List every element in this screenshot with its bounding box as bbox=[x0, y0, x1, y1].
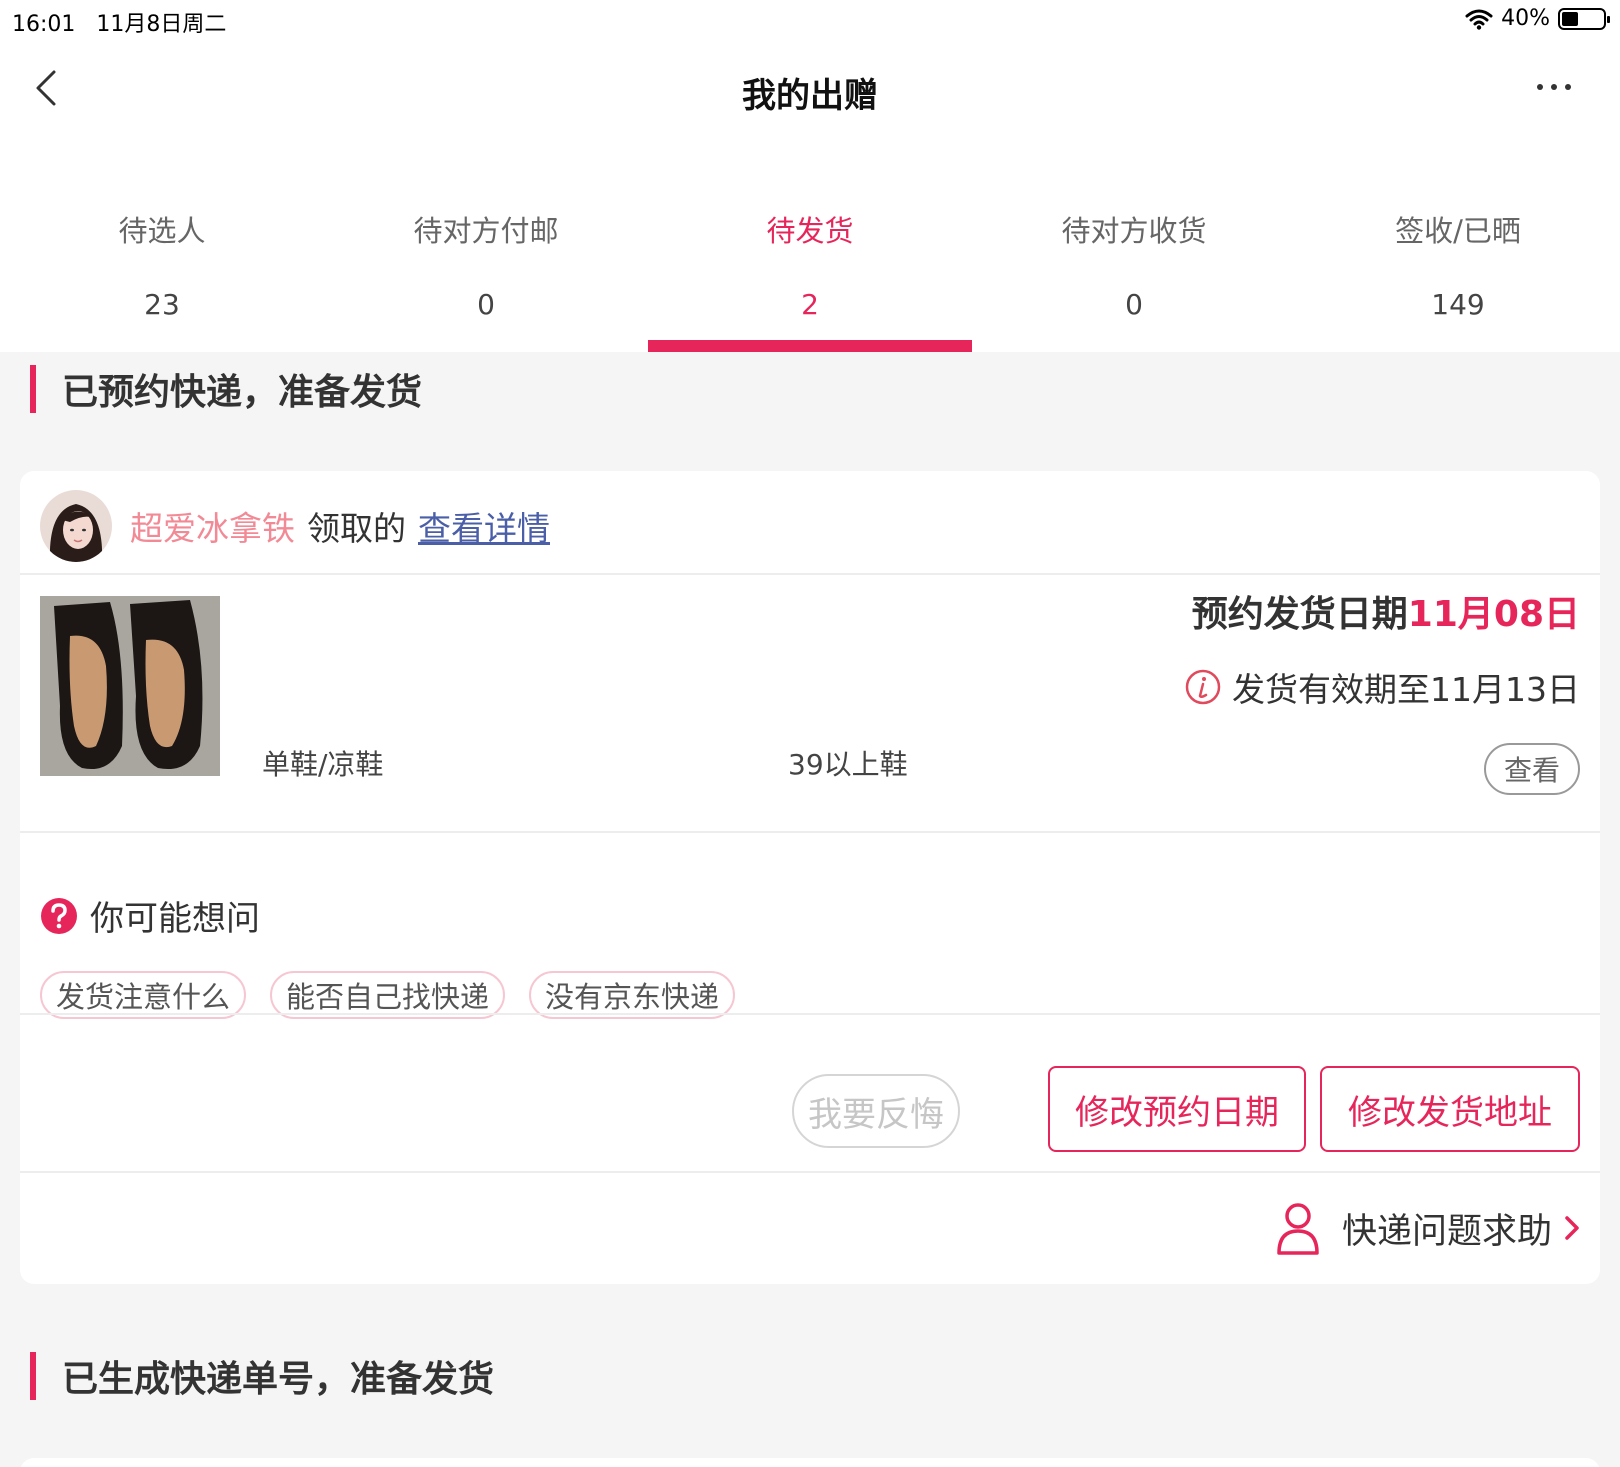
validity-text: 发货有效期至11月13日 bbox=[1232, 670, 1580, 709]
ship-date-label: 预约发货日期 bbox=[1191, 594, 1408, 635]
tab-label: 签收/已晒 bbox=[1395, 214, 1521, 248]
status-tabs: 待选人 23 待对方付邮 0 待发货 2 待对方收货 0 签收/已晒 149 bbox=[0, 182, 1620, 352]
tab-label: 待对方付邮 bbox=[413, 214, 559, 248]
divider bbox=[20, 1013, 1600, 1015]
battery-percent: 40% bbox=[1501, 6, 1550, 31]
product-image[interactable] bbox=[40, 596, 220, 776]
section-title: 已预约快递，准备发货 bbox=[62, 372, 423, 413]
claim-row: 超爱冰拿铁 领取的 查看详情 bbox=[40, 489, 550, 563]
product-size: 39以上鞋 bbox=[788, 748, 908, 781]
claim-text: 领取的 bbox=[307, 509, 406, 548]
section-accent-bar bbox=[30, 365, 36, 413]
status-time: 16:01 11月8日周二 bbox=[12, 12, 227, 37]
section-title: 已生成快递单号，准备发货 bbox=[62, 1359, 495, 1400]
question-icon bbox=[41, 897, 77, 934]
modify-date-button[interactable]: 修改预约日期 bbox=[1048, 1066, 1306, 1152]
order-card-partial bbox=[20, 1458, 1600, 1467]
divider bbox=[20, 831, 1600, 833]
more-dots-icon[interactable] bbox=[1534, 72, 1574, 102]
ship-date: 预约发货日期11月08日 bbox=[1192, 585, 1580, 637]
section-header-tracking: 已生成快递单号，准备发货 bbox=[30, 1351, 494, 1401]
tab-count: 149 bbox=[1431, 288, 1485, 321]
tab-pending-ship[interactable]: 待发货 2 bbox=[648, 182, 972, 352]
battery-icon bbox=[1558, 7, 1610, 30]
tab-pending-receipt[interactable]: 待对方收货 0 bbox=[972, 182, 1296, 352]
status-right: 40% bbox=[1465, 6, 1610, 31]
regret-button[interactable]: 我要反悔 bbox=[792, 1074, 960, 1148]
section-accent-bar bbox=[30, 1352, 36, 1400]
claimer-name[interactable]: 超爱冰拿铁 bbox=[130, 502, 295, 550]
tab-pending-postage[interactable]: 待对方付邮 0 bbox=[324, 182, 648, 352]
tab-count: 0 bbox=[477, 288, 495, 321]
status-bar: 16:01 11月8日周二 40% bbox=[0, 0, 1620, 42]
tab-label: 待对方收货 bbox=[1061, 214, 1207, 248]
view-button[interactable]: 查看 bbox=[1484, 743, 1580, 795]
nav-bar: 我的出赠 bbox=[0, 42, 1620, 182]
help-text: 快递问题求助 bbox=[1341, 1211, 1552, 1252]
faq-chip[interactable]: 发货注意什么 bbox=[40, 971, 247, 1019]
ship-date-value: 11月08日 bbox=[1407, 594, 1580, 635]
tab-label: 待选人 bbox=[118, 214, 206, 248]
faq-chip[interactable]: 没有京东快递 bbox=[529, 971, 736, 1019]
tab-count: 0 bbox=[1125, 288, 1143, 321]
ship-validity: 发货有效期至11月13日 bbox=[1184, 663, 1580, 711]
wifi-icon bbox=[1465, 9, 1493, 30]
tab-count: 2 bbox=[801, 288, 819, 321]
product-category: 单鞋/凉鞋 bbox=[262, 748, 384, 781]
faq-title: 你可能想问 bbox=[90, 899, 260, 939]
divider bbox=[20, 573, 1600, 575]
chevron-right-icon bbox=[1565, 1216, 1579, 1240]
tab-count: 23 bbox=[144, 288, 180, 321]
tab-received[interactable]: 签收/已晒 149 bbox=[1296, 182, 1620, 352]
tab-label: 待发货 bbox=[766, 214, 854, 248]
section-header-booked: 已预约快递，准备发货 bbox=[30, 364, 422, 414]
avatar[interactable] bbox=[40, 490, 112, 562]
page-title: 我的出赠 bbox=[742, 76, 878, 116]
faq-chips: 发货注意什么 能否自己找快递 没有京东快递 bbox=[40, 971, 736, 1019]
divider bbox=[20, 1171, 1600, 1173]
faq-header: 你可能想问 bbox=[40, 891, 260, 940]
faq-chip[interactable]: 能否自己找快递 bbox=[270, 971, 506, 1019]
tab-pending-select[interactable]: 待选人 23 bbox=[0, 182, 324, 352]
person-icon bbox=[1277, 1203, 1319, 1255]
courier-help-link[interactable]: 快递问题求助 bbox=[1276, 1201, 1580, 1255]
modify-address-button[interactable]: 修改发货地址 bbox=[1320, 1066, 1580, 1152]
view-details-link[interactable]: 查看详情 bbox=[418, 502, 550, 550]
order-card: 超爱冰拿铁 领取的 查看详情 单鞋/凉鞋 39以上鞋 预约发货日期11月08日 … bbox=[20, 471, 1600, 1284]
info-icon bbox=[1185, 669, 1221, 705]
